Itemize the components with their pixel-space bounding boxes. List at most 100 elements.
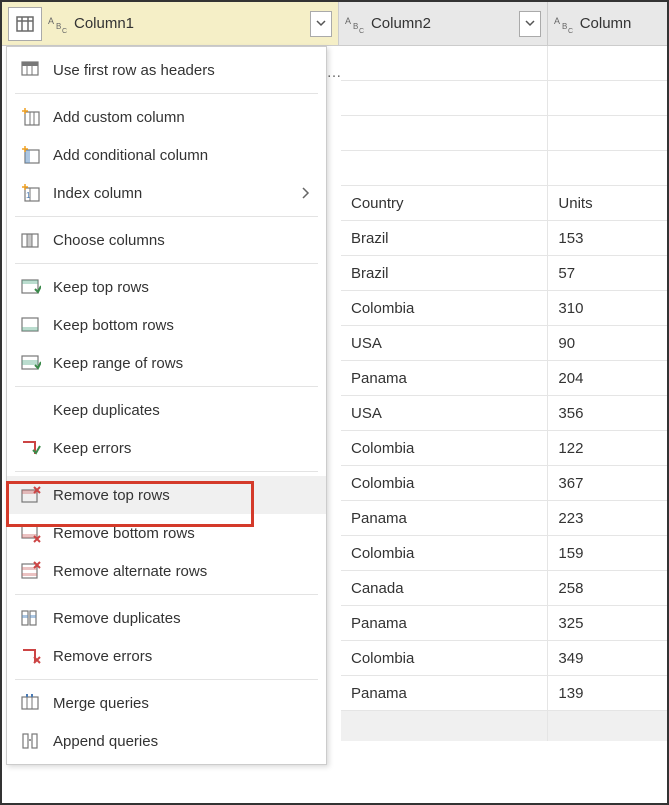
column2-filter-dropdown[interactable] (519, 11, 541, 37)
cell[interactable]: Colombia (341, 466, 548, 500)
menu-item-merge-queries[interactable]: Merge queries (7, 684, 326, 722)
menu-item-remove-alternate-rows[interactable]: Remove alternate rows (7, 552, 326, 590)
column-header-1[interactable]: Column1 (2, 2, 339, 45)
cell[interactable]: Panama (341, 676, 548, 710)
cell[interactable]: 153 (548, 221, 667, 255)
cell[interactable] (548, 116, 667, 150)
cell[interactable]: Panama (341, 606, 548, 640)
cell[interactable]: USA (341, 396, 548, 430)
cell[interactable]: Brazil (341, 221, 548, 255)
cell[interactable]: 223 (548, 501, 667, 535)
menu-item-append-queries[interactable]: Append queries (7, 722, 326, 760)
cell[interactable] (341, 46, 548, 80)
menu-separator (15, 679, 318, 680)
menu-item-remove-bottom-rows[interactable]: Remove bottom rows (7, 514, 326, 552)
cell[interactable]: 90 (548, 326, 667, 360)
cell[interactable]: Colombia (341, 536, 548, 570)
table-row[interactable]: Colombia367 (341, 466, 667, 501)
column-header-3[interactable]: Column (548, 2, 667, 45)
menu-label: Add custom column (53, 109, 318, 126)
table-row[interactable]: CountryUnits (341, 186, 667, 221)
table-row[interactable]: Colombia349 (341, 641, 667, 676)
menu-item-keep-bottom-rows[interactable]: Keep bottom rows (7, 306, 326, 344)
cell[interactable]: Panama (341, 361, 548, 395)
cell[interactable]: 122 (548, 431, 667, 465)
cell[interactable]: 204 (548, 361, 667, 395)
cell[interactable] (548, 46, 667, 80)
cell[interactable]: 325 (548, 606, 667, 640)
menu-separator (15, 216, 318, 217)
cell[interactable]: Canada (341, 571, 548, 605)
cell[interactable] (341, 151, 548, 185)
remove-err-icon (15, 642, 47, 670)
cell[interactable]: Panama (341, 501, 548, 535)
menu-item-keep-top-rows[interactable]: Keep top rows (7, 268, 326, 306)
table-row[interactable]: Colombia310 (341, 291, 667, 326)
table-row[interactable]: Panama223 (341, 501, 667, 536)
choose-col-icon (15, 226, 47, 254)
table-row[interactable]: Panama325 (341, 606, 667, 641)
menu-item-use-first-row-as-headers[interactable]: Use first row as headers (7, 51, 326, 89)
cell[interactable]: 258 (548, 571, 667, 605)
menu-label: Remove errors (53, 648, 318, 665)
table-menu-icon[interactable] (8, 7, 42, 41)
cell[interactable]: 310 (548, 291, 667, 325)
cell[interactable]: Colombia (341, 431, 548, 465)
table-row[interactable]: Canada258 (341, 571, 667, 606)
cell[interactable]: 159 (548, 536, 667, 570)
keep-bottom-icon (15, 311, 47, 339)
menu-item-add-conditional-column[interactable]: Add conditional column (7, 136, 326, 174)
cell[interactable] (548, 151, 667, 185)
cell[interactable] (341, 81, 548, 115)
table-row[interactable]: Brazil153 (341, 221, 667, 256)
table-row[interactable] (341, 151, 667, 186)
cell[interactable]: 367 (548, 466, 667, 500)
table-row[interactable]: USA90 (341, 326, 667, 361)
column1-filter-dropdown[interactable] (310, 11, 332, 37)
table-row[interactable]: Brazil57 (341, 256, 667, 291)
cell[interactable]: Country (341, 186, 548, 220)
cond-col-icon (15, 141, 47, 169)
remove-bottom-icon (15, 519, 47, 547)
cell[interactable]: Brazil (341, 256, 548, 290)
cell[interactable]: 57 (548, 256, 667, 290)
menu-separator (15, 263, 318, 264)
column-header-2[interactable]: Column2 (339, 2, 548, 45)
menu-item-add-custom-column[interactable]: Add custom column (7, 98, 326, 136)
menu-item-index-column[interactable]: Index column (7, 174, 326, 212)
menu-item-keep-range-of-rows[interactable]: Keep range of rows (7, 344, 326, 382)
cell[interactable]: 356 (548, 396, 667, 430)
menu-label: Remove bottom rows (53, 525, 318, 542)
menu-item-remove-duplicates[interactable]: Remove duplicates (7, 599, 326, 637)
cell[interactable]: 349 (548, 641, 667, 675)
menu-item-remove-top-rows[interactable]: Remove top rows (7, 476, 326, 514)
cell[interactable]: Colombia (341, 641, 548, 675)
cell[interactable]: 139 (548, 676, 667, 710)
table-row[interactable] (341, 81, 667, 116)
menu-label: Use first row as headers (53, 62, 318, 79)
table-row[interactable] (341, 116, 667, 151)
cell[interactable]: Units (548, 186, 667, 220)
add-col-icon (15, 103, 47, 131)
menu-label: Index column (53, 185, 302, 202)
menu-item-choose-columns[interactable]: Choose columns (7, 221, 326, 259)
table-row[interactable]: Panama139 (341, 676, 667, 711)
cell[interactable] (548, 81, 667, 115)
table-row[interactable]: Colombia159 (341, 536, 667, 571)
menu-label: Keep errors (53, 440, 318, 457)
table-row[interactable] (341, 46, 667, 81)
menu-item-remove-errors[interactable]: Remove errors (7, 637, 326, 675)
cell[interactable] (341, 116, 548, 150)
table-row[interactable]: USA356 (341, 396, 667, 431)
menu-item-keep-duplicates[interactable]: Keep duplicates (7, 391, 326, 429)
menu-label: Remove alternate rows (53, 563, 318, 580)
cell[interactable]: Colombia (341, 291, 548, 325)
table-row[interactable]: Colombia122 (341, 431, 667, 466)
menu-label: Remove duplicates (53, 610, 318, 627)
blank-icon (15, 396, 47, 424)
menu-label: Choose columns (53, 232, 318, 249)
cell[interactable]: USA (341, 326, 548, 360)
table-row[interactable]: Panama204 (341, 361, 667, 396)
remove-top-icon (15, 481, 47, 509)
menu-item-keep-errors[interactable]: Keep errors (7, 429, 326, 467)
